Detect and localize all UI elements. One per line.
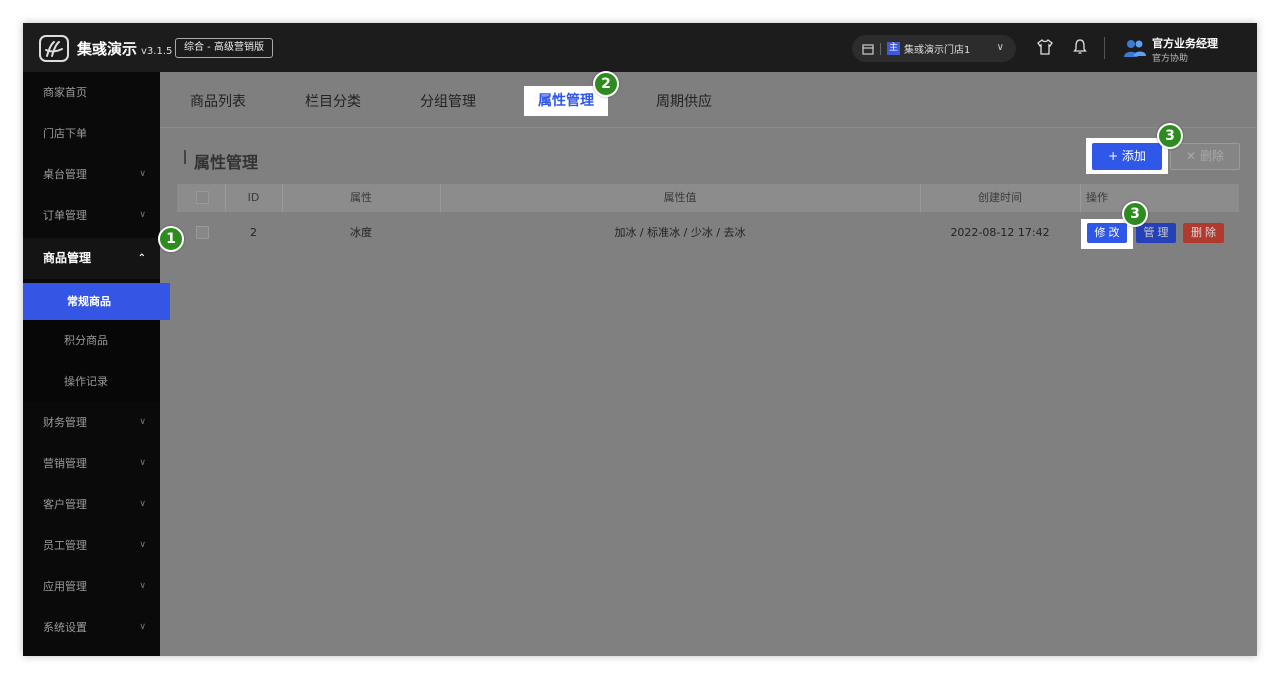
step-badge-2: 2 bbox=[593, 71, 619, 97]
sidebar-item-label: 商家首页 bbox=[43, 86, 87, 99]
column-header-actions: 操作 bbox=[1086, 191, 1108, 204]
store-icon bbox=[862, 43, 874, 55]
manage-button[interactable]: 管理 bbox=[1136, 223, 1176, 243]
edit-button[interactable]: 修改 bbox=[1087, 223, 1127, 243]
sidebar-item-home[interactable]: 商家首页 bbox=[23, 72, 160, 113]
tab-periodic-supply[interactable]: 周期供应 bbox=[656, 91, 712, 111]
bulk-delete-label: 删除 bbox=[1199, 149, 1224, 163]
add-button[interactable]: + 添加 bbox=[1092, 143, 1162, 170]
chevron-down-icon: ∨ bbox=[996, 42, 1004, 53]
store-selector[interactable]: 主 集彧演示门店1 ∨ bbox=[852, 35, 1016, 62]
edition-badge[interactable]: 综合 - 高级营销版 bbox=[175, 38, 273, 58]
select-all-checkbox[interactable] bbox=[196, 191, 209, 204]
cell-values: 加冰 / 标准冰 / 少冰 / 去冰 bbox=[614, 226, 746, 239]
step-badge-3-row: 3 bbox=[1122, 201, 1148, 227]
chevron-down-icon: ∨ bbox=[139, 581, 146, 591]
tab-group-management[interactable]: 分组管理 bbox=[420, 91, 476, 111]
table-header: ID 属性 属性值 创建时间 操作 bbox=[177, 184, 1239, 212]
table-row: 2 冰度 加冰 / 标准冰 / 少冰 / 去冰 2022-08-12 17:42 bbox=[177, 212, 1239, 254]
version-label: v3.1.5 bbox=[141, 46, 173, 57]
sidebar-item-customers[interactable]: 客户管理 ∨ bbox=[23, 484, 160, 525]
tab-bar: 商品列表 栏目分类 分组管理 属性管理 周期供应 bbox=[160, 72, 1257, 128]
shirt-icon[interactable] bbox=[1036, 38, 1054, 56]
sidebar-item-label: 订单管理 bbox=[43, 209, 87, 222]
sidebar-item-tables[interactable]: 桌台管理 ∨ bbox=[23, 154, 160, 195]
sidebar-item-staff[interactable]: 员工管理 ∨ bbox=[23, 525, 160, 566]
tab-column-category[interactable]: 栏目分类 bbox=[305, 91, 361, 111]
sidebar-item-label: 客户管理 bbox=[43, 498, 87, 511]
sidebar-item-label: 操作记录 bbox=[64, 375, 108, 388]
tab-product-list[interactable]: 商品列表 bbox=[190, 91, 246, 111]
chevron-down-icon: ∨ bbox=[139, 540, 146, 550]
sidebar-item-orders[interactable]: 订单管理 ∨ bbox=[23, 195, 160, 236]
sidebar-item-label: 门店下单 bbox=[43, 127, 87, 140]
sidebar-item-label: 财务管理 bbox=[43, 416, 87, 429]
top-bar: 集彧演示 v3.1.5 综合 - 高级营销版 主 集彧演示门店1 ∨ 官方业务经理… bbox=[23, 23, 1257, 72]
chevron-down-icon: ∨ bbox=[139, 210, 146, 220]
row-checkbox[interactable] bbox=[196, 226, 209, 239]
divider bbox=[1080, 184, 1081, 212]
sidebar-item-settings[interactable]: 系统设置 ∨ bbox=[23, 607, 160, 648]
store-tag: 主 bbox=[887, 42, 900, 55]
chevron-down-icon: ∨ bbox=[139, 458, 146, 468]
sidebar-item-label: 系统设置 bbox=[43, 621, 87, 634]
delete-button[interactable]: 删除 bbox=[1183, 223, 1224, 243]
bell-icon[interactable] bbox=[1071, 38, 1089, 56]
logo-icon bbox=[39, 35, 69, 62]
cell-attribute: 冰度 bbox=[350, 226, 372, 239]
sidebar-item-apps[interactable]: 应用管理 ∨ bbox=[23, 566, 160, 607]
chevron-up-icon: ⌃ bbox=[137, 253, 146, 264]
page-title: 属性管理 bbox=[194, 153, 259, 172]
store-name: 集彧演示门店1 bbox=[904, 45, 971, 56]
title-accent-bar bbox=[184, 150, 186, 164]
sidebar-item-label: 营销管理 bbox=[43, 457, 87, 470]
cell-id: 2 bbox=[250, 226, 257, 239]
brand-name: 集彧演示 bbox=[77, 40, 138, 58]
sidebar-item-label: 常规商品 bbox=[67, 295, 111, 308]
sidebar-item-label: 桌台管理 bbox=[43, 168, 87, 181]
column-header-id: ID bbox=[247, 191, 260, 204]
sidebar-subitem-points-products[interactable]: 积分商品 bbox=[23, 320, 160, 361]
close-icon: ✕ bbox=[1186, 149, 1197, 163]
bulk-delete-button[interactable]: ✕ 删除 bbox=[1170, 143, 1240, 170]
sidebar-item-products[interactable]: 商品管理 ⌃ bbox=[23, 238, 160, 279]
sidebar-item-finance[interactable]: 财务管理 ∨ bbox=[23, 402, 160, 443]
cell-created: 2022-08-12 17:42 bbox=[950, 226, 1050, 239]
sidebar-item-label: 商品管理 bbox=[43, 251, 92, 265]
column-header-values: 属性值 bbox=[663, 191, 697, 204]
sidebar-item-label: 应用管理 bbox=[43, 580, 87, 593]
sidebar-item-label: 员工管理 bbox=[43, 539, 87, 552]
sidebar-item-marketing[interactable]: 营销管理 ∨ bbox=[23, 443, 160, 484]
sidebar-item-label: 积分商品 bbox=[64, 334, 108, 347]
chevron-down-icon: ∨ bbox=[139, 622, 146, 632]
brand: 集彧演示 v3.1.5 bbox=[77, 38, 172, 59]
sidebar-item-store-order[interactable]: 门店下单 bbox=[23, 113, 160, 154]
app-window: 集彧演示 v3.1.5 综合 - 高级营销版 主 集彧演示门店1 ∨ 官方业务经理… bbox=[23, 23, 1257, 656]
column-header-created: 创建时间 bbox=[978, 191, 1022, 204]
user-name[interactable]: 官方业务经理 bbox=[1152, 35, 1218, 51]
user-avatar-icon[interactable] bbox=[1124, 38, 1146, 62]
chevron-down-icon: ∨ bbox=[139, 169, 146, 179]
chevron-down-icon: ∨ bbox=[139, 499, 146, 509]
sidebar-subitem-regular-products[interactable]: 常规商品 bbox=[23, 283, 170, 320]
sidebar: 商家首页 门店下单 桌台管理 ∨ 订单管理 ∨ 商品管理 ⌃ 常规商品 积分商品 操作… bbox=[23, 72, 170, 656]
chevron-down-icon: ∨ bbox=[139, 417, 146, 427]
user-role: 官方协助 bbox=[1152, 54, 1189, 64]
step-badge-3: 3 bbox=[1157, 123, 1183, 149]
divider bbox=[1104, 37, 1105, 59]
step-badge-1: 1 bbox=[158, 226, 184, 252]
column-header-attribute: 属性 bbox=[350, 191, 372, 204]
sidebar-subitem-operation-log[interactable]: 操作记录 bbox=[23, 361, 160, 402]
divider bbox=[880, 42, 881, 55]
